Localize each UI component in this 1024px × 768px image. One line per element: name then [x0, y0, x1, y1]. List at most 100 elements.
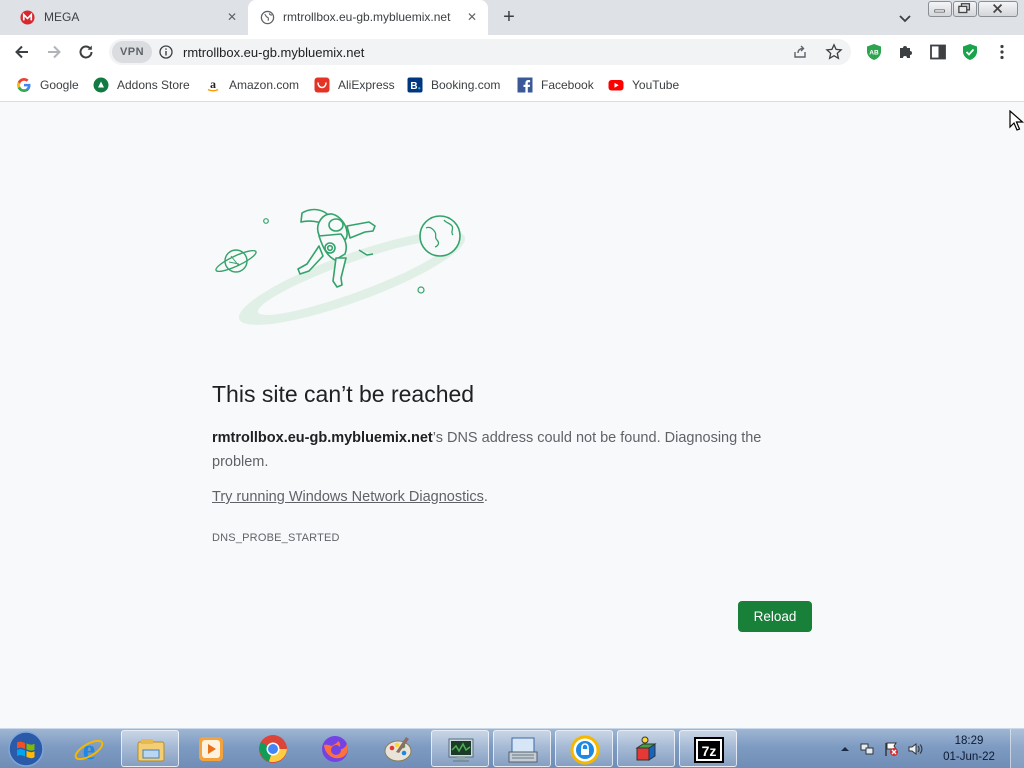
file-explorer-icon	[137, 739, 165, 762]
bookmark-aliexpress[interactable]: AliExpress	[314, 77, 395, 93]
youtube-icon	[608, 80, 624, 91]
bookmark-label: Amazon.com	[229, 78, 300, 92]
paint-icon	[384, 737, 412, 762]
browser-toolbar: VPN rmtrollbox.eu-gb.mybluemix.net AB	[0, 35, 1024, 69]
vpn-app-icon	[570, 735, 600, 765]
internet-explorer-icon: e	[74, 735, 104, 765]
address-bar[interactable]: VPN rmtrollbox.eu-gb.mybluemix.net	[109, 39, 851, 65]
url-text[interactable]: rmtrollbox.eu-gb.mybluemix.net	[183, 45, 364, 60]
7zip-icon: 7z	[694, 737, 724, 763]
3d-app-icon	[635, 736, 657, 761]
taskbar-internet-explorer[interactable]: e	[60, 730, 118, 767]
taskbar-firefox[interactable]	[306, 730, 364, 767]
close-window-button[interactable]	[978, 1, 1018, 17]
bookmark-star-icon[interactable]	[825, 43, 843, 61]
minimize-button[interactable]	[928, 1, 952, 17]
menu-kebab-icon[interactable]	[992, 42, 1012, 62]
taskbar-7zip[interactable]: 7z	[679, 730, 737, 767]
media-player-icon	[199, 737, 223, 761]
bookmark-label: Google	[40, 78, 79, 92]
security-shield-icon[interactable]	[960, 42, 980, 62]
taskbar-media-player[interactable]	[182, 730, 240, 767]
astronaut-illustration	[215, 208, 466, 325]
volume-icon[interactable]	[907, 741, 923, 757]
facebook-icon	[517, 77, 533, 93]
google-icon	[17, 78, 31, 92]
taskbar-chrome[interactable]	[244, 730, 302, 767]
taskbar-file-explorer[interactable]	[121, 730, 179, 767]
svg-text:AB: AB	[869, 50, 879, 57]
svg-text:e: e	[83, 735, 95, 765]
taskbar: e 7z 18:29 01-Jun-22	[0, 728, 1024, 768]
taskbar-task-manager[interactable]	[431, 730, 489, 767]
close-tab-icon[interactable]: ✕	[464, 9, 480, 25]
amazon-icon: a	[207, 77, 219, 92]
clock-time: 18:29	[954, 735, 984, 747]
bookmark-label: Booking.com	[431, 78, 501, 92]
windows-start-icon[interactable]	[4, 730, 48, 768]
bookmark-label: Addons Store	[117, 78, 190, 92]
taskbar-paint[interactable]	[369, 730, 427, 767]
bookmark-booking[interactable]: B Booking.com	[407, 77, 500, 93]
firefox-icon	[322, 736, 348, 762]
side-panel-icon[interactable]	[928, 42, 948, 62]
tab-title: MEGA	[44, 10, 80, 24]
bookmark-label: AliExpress	[338, 78, 395, 92]
tab-mega[interactable]: MEGA ✕	[0, 0, 246, 35]
mega-icon	[20, 10, 35, 25]
globe-icon	[260, 10, 275, 25]
bookmark-amazon[interactable]: a Amazon.com	[205, 77, 299, 93]
error-code: DNS_PROBE_STARTED	[212, 532, 340, 544]
tab-title: rmtrollbox.eu-gb.mybluemix.net	[283, 10, 451, 24]
reload-button[interactable]: Reload	[738, 601, 812, 632]
diagnostics-link[interactable]: Try running Windows Network Diagnostics	[212, 489, 484, 505]
show-desktop-button[interactable]	[1010, 729, 1024, 768]
system-tray	[835, 729, 935, 768]
close-tab-icon[interactable]: ✕	[224, 9, 240, 25]
diagnostics-period: .	[483, 489, 488, 505]
on-screen-keyboard-icon	[508, 737, 538, 763]
tab-active[interactable]: rmtrollbox.eu-gb.mybluemix.net ✕	[248, 0, 488, 35]
svg-text:7z: 7z	[702, 743, 717, 759]
action-center-flag-icon[interactable]	[883, 741, 899, 757]
extensions-puzzle-icon[interactable]	[896, 42, 916, 62]
reload-icon[interactable]	[76, 42, 96, 62]
share-icon[interactable]	[792, 44, 808, 60]
bookmarks-bar: Google Addons Store a Amazon.com AliExpr…	[0, 69, 1024, 102]
aliexpress-icon	[314, 77, 330, 93]
restore-button[interactable]	[953, 1, 977, 17]
error-description: rmtrollbox.eu-gb.mybluemix.net’s DNS add…	[212, 426, 812, 474]
bookmark-facebook[interactable]: Facebook	[517, 77, 594, 93]
svg-text:a: a	[210, 77, 216, 91]
adblock-extension-icon[interactable]: AB	[864, 42, 884, 62]
taskbar-vpn-app[interactable]	[555, 730, 613, 767]
network-icon[interactable]	[859, 741, 875, 757]
taskbar-clock[interactable]: 18:29 01-Jun-22	[938, 733, 1000, 765]
svg-text:B: B	[410, 81, 417, 92]
error-page: This site can’t be reached rmtrollbox.eu…	[0, 103, 1024, 728]
error-host: rmtrollbox.eu-gb.mybluemix.net	[212, 430, 433, 446]
mouse-cursor-icon	[1009, 110, 1024, 131]
bookmark-label: Facebook	[541, 78, 594, 92]
back-icon[interactable]	[12, 42, 32, 62]
bookmark-label: YouTube	[632, 78, 680, 92]
info-icon[interactable]	[159, 45, 173, 59]
vpn-badge[interactable]: VPN	[112, 41, 152, 63]
taskbar-on-screen-keyboard[interactable]	[493, 730, 551, 767]
new-tab-button[interactable]: +	[499, 7, 519, 28]
booking-icon: B	[407, 77, 423, 93]
clock-date: 01-Jun-22	[943, 751, 995, 763]
chrome-icon	[259, 735, 287, 763]
taskbar-3d-app[interactable]	[617, 730, 675, 767]
bookmark-addons-store[interactable]: Addons Store	[93, 77, 190, 93]
show-hidden-icons-icon[interactable]	[837, 741, 853, 757]
forward-icon[interactable]	[44, 42, 64, 62]
addons-store-icon	[93, 77, 109, 93]
error-title: This site can’t be reached	[212, 381, 475, 407]
diagnostics-line: Try running Windows Network Diagnostics.	[212, 489, 488, 505]
bookmark-google[interactable]: Google	[16, 77, 79, 93]
chevron-down-icon[interactable]	[896, 9, 914, 27]
task-manager-icon	[448, 738, 474, 762]
tab-strip: MEGA ✕ rmtrollbox.eu-gb.mybluemix.net ✕ …	[0, 0, 1024, 35]
bookmark-youtube[interactable]: YouTube	[608, 77, 679, 93]
